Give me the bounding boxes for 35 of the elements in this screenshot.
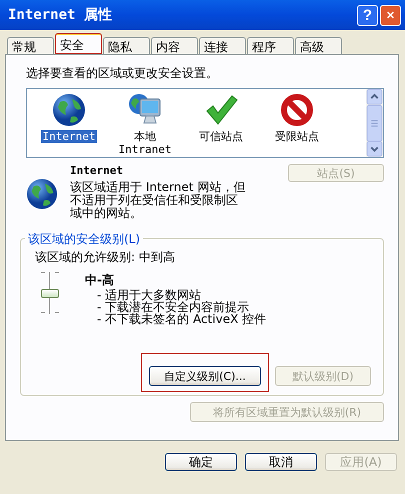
no-entry-icon	[280, 93, 314, 127]
tab[interactable]: 程序	[247, 37, 294, 54]
checkmark-icon	[204, 93, 238, 127]
tab[interactable]: 安全	[55, 33, 102, 54]
zone-title: Internet	[70, 164, 124, 177]
tab[interactable]: 隐私	[103, 37, 150, 54]
help-button[interactable]: ?	[357, 4, 378, 26]
instruction-text: 选择要查看的区域或更改安全设置。	[26, 65, 219, 82]
slider-thumb[interactable]	[41, 289, 59, 298]
globe-icon	[52, 93, 86, 127]
tab[interactable]: 连接	[199, 37, 246, 54]
scroll-thumb	[366, 104, 383, 142]
allowed-level-text: 该区域的允许级别: 中到高	[35, 249, 176, 266]
level-name: 中-高	[85, 272, 115, 289]
zone-item[interactable]: 受限站点	[273, 130, 321, 143]
cancel-button[interactable]: 取消	[245, 453, 317, 471]
level-bullet: - 下载潜在不安全内容前提示	[97, 301, 250, 313]
scroll-up-icon	[366, 89, 383, 105]
zone-description: 该区域适用于 Internet 网站，但不适用于列在受信任和受限制区域中的网站。	[70, 181, 246, 220]
close-icon	[387, 9, 394, 21]
window-title: Internet 属性	[8, 6, 113, 24]
zone-item[interactable]: Internet	[40, 130, 98, 143]
globe-icon	[26, 178, 58, 210]
tab[interactable]: 常规	[7, 37, 54, 54]
zone-item[interactable]: 本地 Intranet	[108, 130, 182, 156]
level-bullet: - 不下载未签名的 ActiveX 控件	[97, 313, 266, 325]
close-button[interactable]	[380, 4, 401, 26]
custom-level-button[interactable]: 自定义级别(C)...	[149, 366, 261, 386]
ok-button[interactable]: 确定	[165, 453, 237, 471]
scroll-down-icon	[366, 141, 383, 157]
level-bullet: - 适用于大多数网站	[97, 289, 202, 301]
tab[interactable]: 高级	[295, 37, 342, 54]
tab[interactable]: 内容	[151, 37, 198, 54]
zone-item[interactable]: 可信站点	[197, 130, 245, 143]
group-legend: 该区域的安全级别(L)	[25, 231, 144, 248]
